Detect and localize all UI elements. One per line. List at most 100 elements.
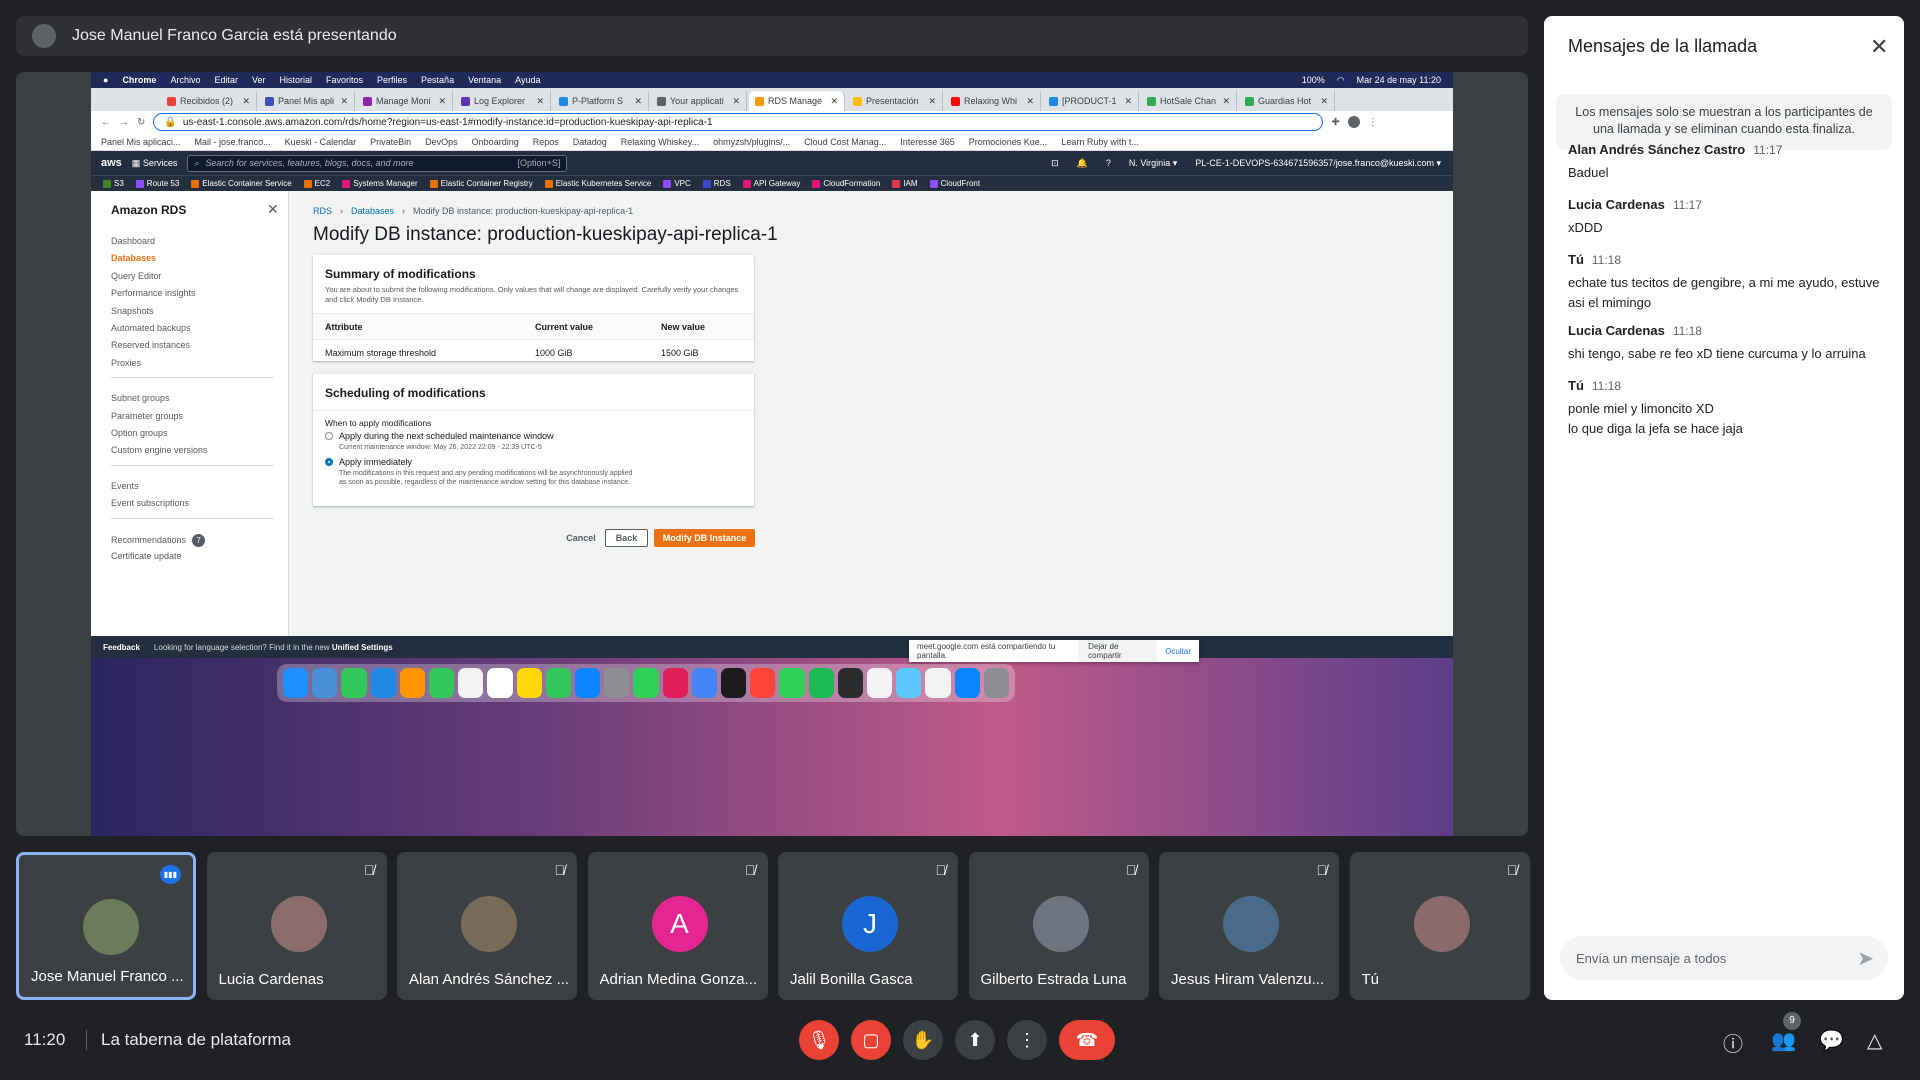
bookmark-item[interactable]: Panel Mis aplicaci... (101, 137, 181, 147)
participant-tile[interactable]: 🎙̸ Alan Andrés Sánchez ... (397, 852, 577, 1000)
tab-close-icon[interactable]: ✕ (634, 96, 642, 107)
sidebar-item-recommendations[interactable]: Recommendations 7 (111, 533, 206, 547)
help-icon[interactable]: ? (1106, 158, 1111, 169)
dock-app-icon[interactable] (691, 668, 718, 698)
aws-favorite-item[interactable]: IAM (892, 179, 918, 188)
close-icon[interactable]: ✕ (1870, 34, 1888, 60)
apple-icon[interactable]: ● (103, 75, 108, 85)
dock-app-icon[interactable] (837, 668, 864, 698)
send-icon[interactable]: ➤ (1857, 946, 1874, 971)
dock-app-icon[interactable] (721, 668, 747, 698)
dock-app-icon[interactable] (458, 668, 484, 698)
sidebar-item[interactable]: Certificate update (111, 551, 182, 561)
option-immediately-label[interactable]: Apply immediately (339, 457, 412, 467)
breadcrumb-rds[interactable]: RDS (313, 206, 332, 216)
tab-close-icon[interactable]: ✕ (438, 96, 446, 107)
dock-app-icon[interactable] (808, 668, 834, 698)
sidebar-item[interactable]: Dashboard (111, 236, 155, 246)
wifi-icon[interactable]: ◠ (1337, 75, 1345, 86)
browser-tab[interactable]: Log Explorer ✕ (455, 91, 551, 111)
sidebar-item[interactable]: Snapshots (111, 306, 154, 316)
tab-close-icon[interactable]: ✕ (1026, 96, 1034, 107)
sidebar-item[interactable]: Event subscriptions (111, 498, 189, 508)
menu-perfiles[interactable]: Perfiles (377, 75, 407, 85)
mic-off-button[interactable]: 🎙 (799, 1020, 839, 1060)
account-menu[interactable]: PL-CE-1-DEVOPS-634671596357/jose.franco@… (1195, 158, 1441, 169)
extensions-icon[interactable]: ✚ (1331, 117, 1339, 128)
sidebar-item[interactable]: Custom engine versions (111, 445, 208, 455)
bookmark-item[interactable]: Onboarding (472, 137, 519, 147)
aws-favorite-item[interactable]: S3 (103, 179, 124, 188)
sidebar-item[interactable]: Performance insights (111, 288, 196, 298)
feedback-link[interactable]: Feedback (103, 643, 140, 652)
dock-app-icon[interactable] (750, 668, 776, 698)
sidebar-item[interactable]: Automated backups (111, 323, 191, 333)
participant-tile[interactable]: A 🎙̸ Adrian Medina Gonza... (587, 852, 768, 1000)
chat-icon[interactable]: 💬 (1819, 1028, 1844, 1053)
dock-app-icon[interactable] (312, 668, 338, 698)
dock-app-icon[interactable] (399, 668, 426, 698)
aws-favorite-item[interactable]: VPC (663, 179, 691, 188)
browser-tab[interactable]: Guardias Hot ✕ (1239, 91, 1335, 111)
dock-app-icon[interactable] (429, 668, 455, 698)
tab-close-icon[interactable]: ✕ (830, 96, 838, 107)
close-icon[interactable]: ✕ (267, 201, 279, 218)
profile-avatar[interactable] (1347, 116, 1360, 128)
tab-close-icon[interactable]: ✕ (732, 96, 740, 107)
menu-archivo[interactable]: Archivo (170, 75, 200, 85)
participant-tile[interactable]: 🎙̸ Tú (1349, 852, 1530, 1000)
bookmark-item[interactable]: Cloud Cost Manag... (804, 137, 886, 147)
browser-tab[interactable]: [PRODUCT-1 ✕ (1043, 91, 1139, 111)
aws-favorite-item[interactable]: EC2 (303, 179, 330, 188)
bookmark-item[interactable]: Interesse 365 (900, 137, 955, 147)
participant-tile[interactable]: 🎙̸ Lucia Cardenas (206, 852, 387, 1000)
menu-ventana[interactable]: Ventana (468, 75, 501, 85)
hide-banner-button[interactable]: Ocultar (1157, 647, 1199, 656)
aws-search-input[interactable]: ⌕ Search for services, features, blogs, … (187, 154, 568, 172)
address-bar[interactable]: 🔒 us-east-1.console.aws.amazon.com/rds/h… (153, 113, 1324, 131)
tab-close-icon[interactable]: ✕ (1320, 96, 1328, 107)
menu-historial[interactable]: Historial (280, 75, 313, 85)
participant-tile[interactable]: 🎙̸ Gilberto Estrada Luna (968, 852, 1149, 1000)
sidebar-item[interactable]: Events (111, 481, 139, 491)
aws-favorite-item[interactable]: Elastic Kubernetes Service (544, 179, 651, 188)
aws-favorite-item[interactable]: RDS (702, 179, 731, 188)
services-menu[interactable]: ▦ Services (132, 158, 178, 169)
back-button[interactable]: Back (605, 529, 648, 547)
tab-close-icon[interactable]: ✕ (928, 96, 936, 107)
dock-app-icon[interactable] (662, 668, 688, 698)
participant-tile[interactable]: ▮▮▮ Jose Manuel Franco ... (16, 852, 196, 1000)
participant-tile[interactable]: J 🎙̸ Jalil Bonilla Gasca (778, 852, 958, 1000)
forward-icon[interactable]: → (119, 117, 129, 128)
end-call-button[interactable]: ☎ (1059, 1020, 1115, 1060)
sidebar-item[interactable]: Subnet groups (111, 393, 170, 403)
battery-status[interactable]: 100% (1302, 75, 1325, 86)
dock-app-icon[interactable] (487, 668, 513, 698)
stop-sharing-button[interactable]: Dejar de compartir (1078, 640, 1158, 662)
dock-app-icon[interactable] (867, 668, 893, 698)
camera-off-button[interactable]: ▢ (851, 1020, 891, 1060)
sidebar-item[interactable]: Databases (111, 253, 156, 263)
dock-app-icon[interactable] (516, 668, 542, 698)
aws-logo[interactable]: aws (101, 157, 122, 169)
aws-favorite-item[interactable]: Elastic Container Registry (429, 179, 533, 188)
bookmark-item[interactable]: Datadog (573, 137, 607, 147)
bookmark-item[interactable]: Learn Ruby with t... (1061, 137, 1139, 147)
option-maintenance-label[interactable]: Apply during the next scheduled maintena… (339, 431, 554, 441)
menu-chrome[interactable]: Chrome (122, 75, 156, 85)
aws-favorite-item[interactable]: Route 53 (135, 179, 179, 188)
dock-app-icon[interactable] (604, 668, 630, 698)
tab-close-icon[interactable]: ✕ (1222, 96, 1230, 107)
cancel-button[interactable]: Cancel (559, 529, 603, 547)
bookmark-item[interactable]: Relaxing Whiskey... (621, 137, 699, 147)
dock-app-icon[interactable] (545, 668, 572, 698)
radio-maintenance-window[interactable] (325, 432, 333, 440)
tab-close-icon[interactable]: ✕ (536, 96, 544, 107)
menu-favoritos[interactable]: Favoritos (326, 75, 363, 85)
dock-app-icon[interactable] (575, 668, 601, 698)
browser-tab[interactable]: Presentación ✕ (847, 91, 943, 111)
dock-app-icon[interactable] (341, 668, 367, 698)
dock-app-icon[interactable] (283, 668, 309, 698)
browser-tab[interactable]: Panel Mis apli ✕ (259, 91, 355, 111)
dock-app-icon[interactable] (925, 668, 951, 698)
